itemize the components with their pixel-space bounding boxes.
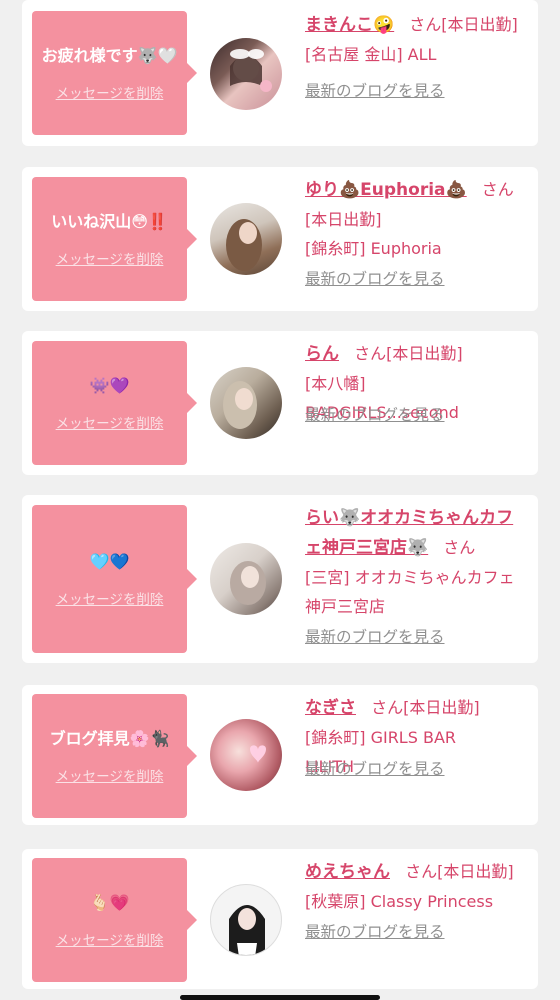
latest-blog-link[interactable]: 最新のブログを見る xyxy=(305,77,530,106)
favorite-card: お疲れ様です🐺🤍 メッセージを削除 まきんこ🤪 さん[本日出勤] [名古屋 金山… xyxy=(22,0,538,146)
home-indicator xyxy=(180,995,380,1000)
favorite-card: 👾💜 メッセージを削除 らん さん[本日出勤] [本八幡] BADGIRLS..… xyxy=(22,331,538,475)
work-status: [本日出勤] xyxy=(305,210,382,229)
message-text: 🩵💙 xyxy=(89,552,130,571)
cast-name-link[interactable]: なぎさ xyxy=(305,698,356,718)
honorific: さん xyxy=(443,538,476,557)
honorific: さん xyxy=(354,344,387,363)
cast-name-link[interactable]: ゆり💩Euphoria💩 xyxy=(305,180,467,200)
avatar[interactable] xyxy=(210,203,282,275)
cast-info: らん さん[本日出勤] [本八幡] BADGIRLS...second 最新のブ… xyxy=(305,339,530,430)
cast-name-link[interactable]: らん xyxy=(305,344,339,364)
latest-blog-link[interactable]: 最新のブログを見る xyxy=(305,623,530,652)
favorite-card: 🫰🏻💗 メッセージを削除 めえちゃん さん[本日出勤] [秋葉原] Classy… xyxy=(22,849,538,989)
favorite-card: 🩵💙 メッセージを削除 らい🐺オオカミちゃんカフェ神戸三宮店🐺 さん [三宮] … xyxy=(22,495,538,663)
honorific: さん xyxy=(371,698,404,717)
avatar[interactable] xyxy=(210,367,282,439)
message-text: 👾💜 xyxy=(89,376,130,395)
cast-name-link[interactable]: めえちゃん xyxy=(305,862,390,882)
message-bubble: いいね沢山😳‼️ メッセージを削除 xyxy=(32,177,197,301)
message-bubble: 🩵💙 メッセージを削除 xyxy=(32,505,197,653)
shop-info: [名古屋 金山] ALL xyxy=(305,45,437,64)
cast-info: めえちゃん さん[本日出勤] [秋葉原] Classy Princess 最新の… xyxy=(305,857,530,947)
message-bubble: お疲れ様です🐺🤍 メッセージを削除 xyxy=(32,11,197,135)
message-text: いいね沢山😳‼️ xyxy=(51,212,168,231)
favorite-card: ブログ拝見🌸🐈‍⬛ メッセージを削除 なぎさ さん[本日出勤] [錦糸町] GI… xyxy=(22,685,538,825)
message-bubble: 🫰🏻💗 メッセージを削除 xyxy=(32,858,197,982)
latest-blog-link[interactable]: 最新のブログを見る xyxy=(305,918,530,947)
avatar[interactable] xyxy=(210,38,282,110)
message-bubble: 👾💜 メッセージを削除 xyxy=(32,341,197,465)
work-status: [本日出勤] xyxy=(441,15,518,34)
delete-message-link[interactable]: メッセージを削除 xyxy=(56,412,164,432)
delete-message-link[interactable]: メッセージを削除 xyxy=(56,82,164,102)
cast-name-link[interactable]: らい🐺オオカミちゃんカフェ神戸三宮店🐺 xyxy=(305,508,513,558)
honorific: さん xyxy=(481,180,514,199)
cast-info: らい🐺オオカミちゃんカフェ神戸三宮店🐺 さん [三宮] オオカミちゃんカフェ神戸… xyxy=(305,503,530,652)
cast-name-link[interactable]: まきんこ🤪 xyxy=(305,15,394,35)
honorific: さん xyxy=(405,862,438,881)
message-bubble: ブログ拝見🌸🐈‍⬛ メッセージを削除 xyxy=(32,694,197,818)
favorite-card: いいね沢山😳‼️ メッセージを削除 ゆり💩Euphoria💩 さん [本日出勤]… xyxy=(22,167,538,311)
work-status: [本日出勤] xyxy=(437,862,514,881)
honorific: さん xyxy=(409,15,442,34)
delete-message-link[interactable]: メッセージを削除 xyxy=(56,588,164,608)
work-status: [本日出勤] xyxy=(386,344,463,363)
delete-message-link[interactable]: メッセージを削除 xyxy=(56,765,164,785)
message-text: 🫰🏻💗 xyxy=(89,893,130,912)
work-status: [本日出勤] xyxy=(403,698,480,717)
cast-info: まきんこ🤪 さん[本日出勤] [名古屋 金山] ALL 最新のブログを見る xyxy=(305,10,530,106)
cast-info: ゆり💩Euphoria💩 さん [本日出勤] [錦糸町] Euphoria 最新… xyxy=(305,175,530,294)
message-text: お疲れ様です🐺🤍 xyxy=(41,46,178,65)
latest-blog-link[interactable]: 最新のブログを見る xyxy=(305,265,530,294)
delete-message-link[interactable]: メッセージを削除 xyxy=(56,929,164,949)
cast-info: なぎさ さん[本日出勤] [錦糸町] GIRLS BAR LILITH 最新のブ… xyxy=(305,693,530,784)
delete-message-link[interactable]: メッセージを削除 xyxy=(56,248,164,268)
message-text: ブログ拝見🌸🐈‍⬛ xyxy=(49,729,170,748)
shop-info: [錦糸町] Euphoria xyxy=(305,239,442,258)
shop-info: [三宮] オオカミちゃんカフェ神戸三宮店 xyxy=(305,568,515,616)
avatar[interactable] xyxy=(210,543,282,615)
avatar[interactable] xyxy=(210,719,282,791)
avatar[interactable] xyxy=(210,884,282,956)
shop-info: [秋葉原] Classy Princess xyxy=(305,892,494,911)
